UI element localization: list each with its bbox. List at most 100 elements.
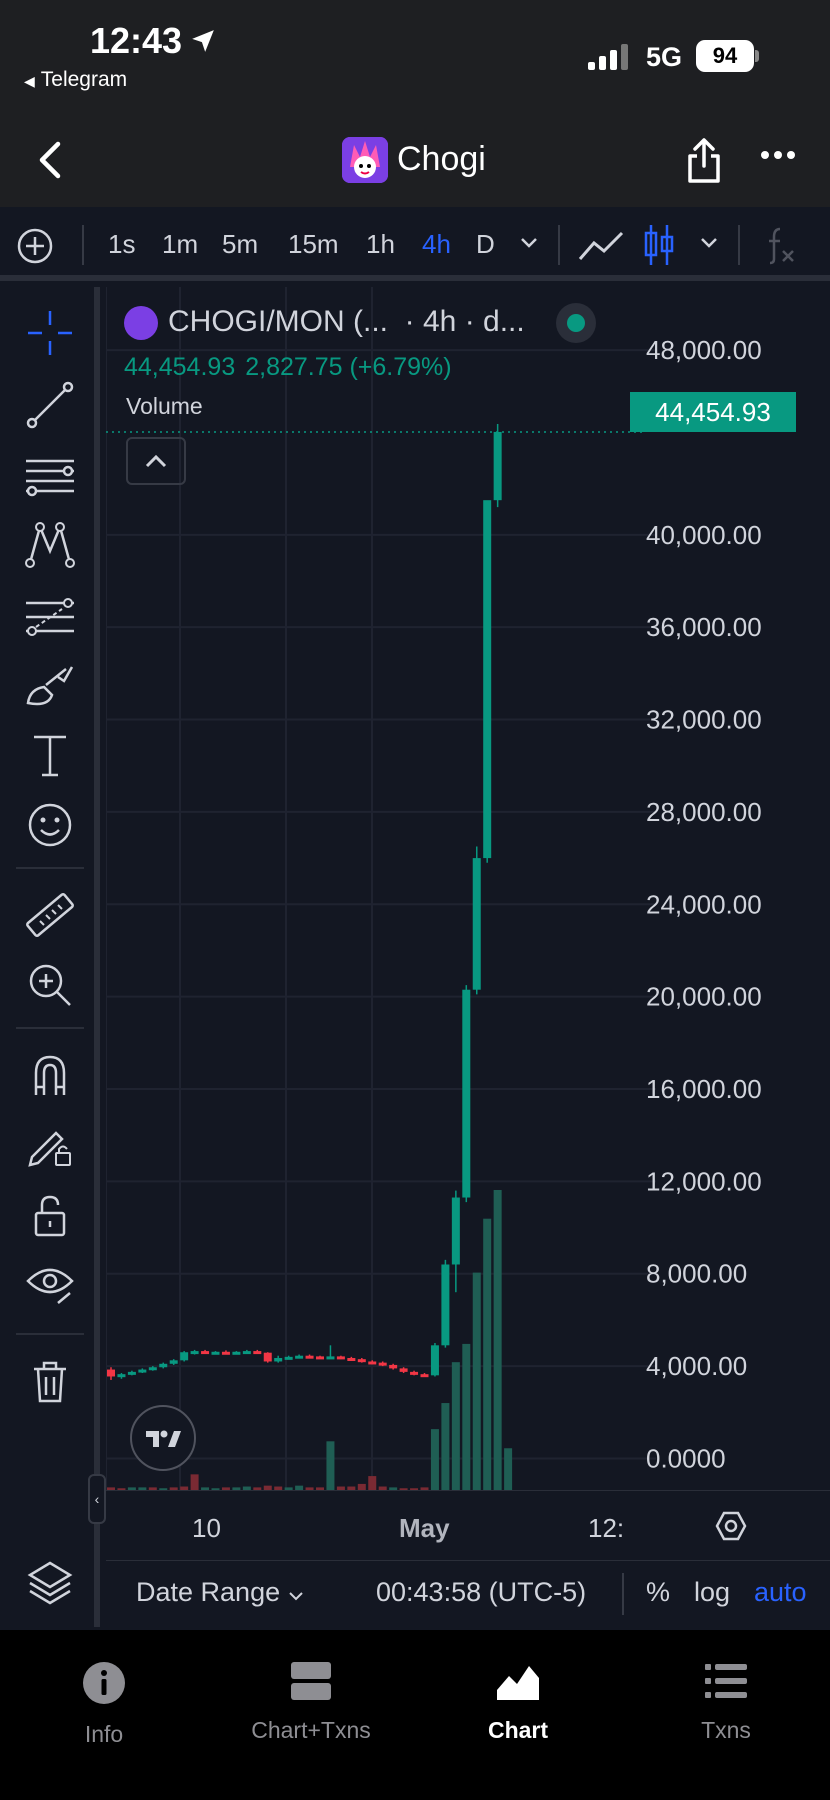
- zoom-in-icon[interactable]: [22, 957, 78, 1013]
- add-symbol-icon[interactable]: [16, 227, 54, 265]
- forecast-tool-icon[interactable]: [22, 587, 78, 643]
- candle-body: [399, 1368, 408, 1372]
- y-tick-label: 8,000.00: [646, 1259, 747, 1289]
- candle-body: [180, 1352, 189, 1361]
- candle-body: [107, 1369, 115, 1377]
- candle-body: [326, 1356, 335, 1360]
- volume-label: Volume: [126, 393, 203, 419]
- fib-retracement-icon[interactable]: [22, 447, 78, 503]
- candle-body: [148, 1367, 157, 1371]
- tab-label: Chart+Txns: [251, 1717, 371, 1743]
- chart-pane[interactable]: 48,000.00 40,000.00 36,000.00 32,000.00 28,0…: [106, 287, 830, 1490]
- interval-1m[interactable]: 1m: [162, 229, 198, 260]
- list-icon: [705, 1664, 747, 1698]
- tool-divider: [16, 1027, 84, 1029]
- log-scale-toggle[interactable]: log: [694, 1577, 730, 1608]
- candle-body: [190, 1351, 199, 1355]
- volume-bar: [430, 1429, 439, 1490]
- chevron-down-icon: [288, 1592, 303, 1601]
- candle-body: [420, 1374, 429, 1378]
- candles-chart-type-icon[interactable]: [644, 223, 674, 267]
- status-time: 12:43: [90, 20, 183, 61]
- back-triangle-icon: ◀: [24, 73, 35, 89]
- candle-body: [347, 1358, 356, 1362]
- tab-chart[interactable]: Chart: [418, 1659, 618, 1744]
- crosshair-icon[interactable]: [22, 305, 78, 361]
- text-tool-icon[interactable]: [22, 727, 78, 783]
- back-chevron-icon[interactable]: [36, 140, 62, 180]
- legend-values: 44,454.93 2,827.75 (+6.79%): [124, 353, 462, 382]
- brush-icon[interactable]: [22, 657, 78, 713]
- trash-icon[interactable]: [22, 1353, 78, 1409]
- indicators-fx-icon[interactable]: [766, 225, 796, 265]
- drawing-toolbar: [0, 287, 100, 1627]
- volume-bar: [190, 1474, 199, 1490]
- collapse-legend-button[interactable]: [126, 437, 186, 485]
- trend-line-icon[interactable]: [22, 377, 78, 433]
- candle-body: [242, 1351, 251, 1355]
- x-tick-label: 12:: [588, 1513, 625, 1543]
- tab-label: Txns: [701, 1717, 751, 1743]
- back-app-label: Telegram: [40, 68, 128, 91]
- chart-legend[interactable]: CHOGI/MON (... · 4h · d...: [124, 305, 525, 341]
- interval-dropdown-icon[interactable]: [520, 237, 538, 249]
- layers-icon[interactable]: [22, 1555, 78, 1611]
- candle-body: [305, 1355, 314, 1359]
- volume-bar: [483, 1218, 492, 1490]
- battery-tip: [755, 50, 759, 62]
- interval-4h[interactable]: 4h: [422, 229, 451, 260]
- volume-bar: [472, 1272, 481, 1490]
- candle-body: [378, 1362, 387, 1366]
- candle-body: [410, 1371, 419, 1375]
- tab-txns[interactable]: Txns: [626, 1660, 826, 1744]
- candle-body: [357, 1359, 366, 1363]
- ruler-icon[interactable]: [22, 887, 78, 943]
- interval-d[interactable]: D: [476, 229, 495, 260]
- back-to-app[interactable]: ◀ Telegram: [24, 68, 127, 92]
- more-options-icon[interactable]: [760, 150, 796, 160]
- visibility-icon[interactable]: [22, 1257, 78, 1313]
- cellular-signal-icon: [588, 44, 628, 70]
- candle-body: [462, 989, 471, 1198]
- chevron-up-icon: [145, 454, 167, 468]
- y-tick-label: 40,000.00: [646, 520, 762, 550]
- pattern-tool-icon[interactable]: [22, 517, 78, 573]
- legend-symbol: CHOGI/MON (...: [168, 305, 388, 338]
- emoji-icon[interactable]: [22, 797, 78, 853]
- x-tick-label: May: [399, 1513, 450, 1543]
- auto-scale-toggle[interactable]: auto: [754, 1577, 807, 1608]
- share-icon[interactable]: [686, 138, 722, 184]
- candle-body: [253, 1351, 262, 1355]
- interval-5m[interactable]: 5m: [222, 229, 258, 260]
- candle-body: [221, 1351, 230, 1355]
- toolbar-divider: [738, 225, 740, 265]
- candle-body: [483, 500, 492, 859]
- market-status-dot[interactable]: [556, 303, 596, 343]
- line-chart-type-icon[interactable]: [578, 229, 624, 263]
- volume-bar: [504, 1448, 513, 1490]
- candle-body: [138, 1369, 147, 1373]
- token-avatar: [342, 137, 388, 183]
- chart-type-dropdown-icon[interactable]: [700, 237, 718, 249]
- date-range-button[interactable]: Date Range: [136, 1577, 304, 1608]
- tab-info[interactable]: Info: [4, 1660, 204, 1748]
- tradingview-logo[interactable]: [130, 1405, 196, 1471]
- tool-divider: [16, 1333, 84, 1335]
- price-chart[interactable]: 48,000.00 40,000.00 36,000.00 32,000.00 28,0…: [106, 287, 830, 1490]
- interval-1s[interactable]: 1s: [108, 229, 135, 260]
- session-clock[interactable]: 00:43:58 (UTC-5): [376, 1577, 586, 1608]
- magnet-icon[interactable]: [22, 1047, 78, 1103]
- chart-settings-icon[interactable]: [714, 1509, 748, 1543]
- toolbar-divider: [82, 225, 84, 265]
- legend-change: 2,827.75 (+6.79%): [245, 353, 452, 381]
- unlock-icon[interactable]: [22, 1187, 78, 1243]
- percent-scale-toggle[interactable]: %: [646, 1577, 670, 1608]
- app-header: 12:43 ◀ Telegram 5G 94 Chogi: [0, 0, 830, 207]
- interval-15m[interactable]: 15m: [288, 229, 339, 260]
- time-axis[interactable]: 10 May 12:: [106, 1490, 830, 1560]
- x-tick-label: 10: [192, 1513, 221, 1543]
- tab-chart-txns[interactable]: Chart+Txns: [211, 1660, 411, 1744]
- lock-drawing-icon[interactable]: [22, 1117, 78, 1173]
- collapse-sidebar-handle[interactable]: ‹: [88, 1474, 106, 1524]
- interval-1h[interactable]: 1h: [366, 229, 395, 260]
